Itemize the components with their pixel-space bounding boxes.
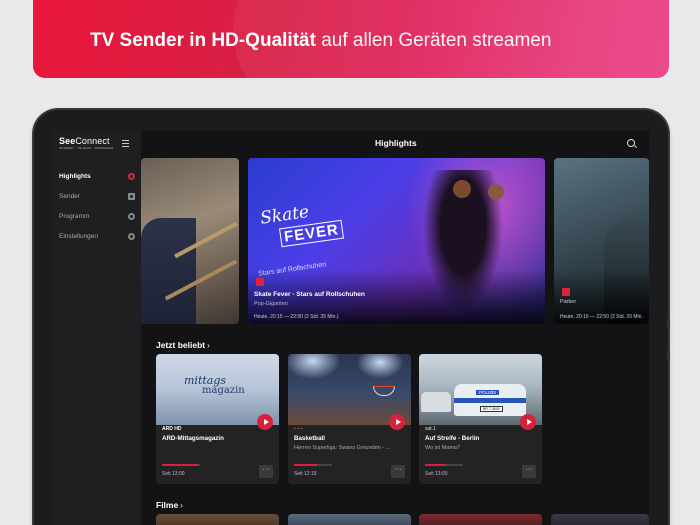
side-button (667, 318, 670, 328)
hero-figure (141, 218, 196, 324)
hero-card-previous[interactable] (141, 158, 239, 324)
more-options-button[interactable]: ··· (391, 465, 405, 478)
hero-card-next[interactable]: Parker Heute, 20:15 — 22:50 (2 Std. 20 M… (554, 158, 649, 324)
card-subtitle: Wo ist Mama? (425, 445, 461, 451)
tv-icon (128, 192, 135, 200)
promo-banner: TV Sender in HD-Qualität auf allen Gerät… (33, 0, 669, 78)
program-card-auf-streife[interactable]: POLIZEI BR 7-3600 sat.1 Auf Streife - Be… (419, 354, 542, 484)
hero-subtitle: Pop-Giganten (254, 301, 288, 307)
logo-connect: Connect (75, 136, 110, 146)
clock-icon (128, 212, 135, 220)
progress-bar (294, 464, 332, 466)
app-logo: SeeConnect INTERNET · TELEFON · FERNSEHE… (59, 136, 113, 150)
chevron-right-icon: › (207, 341, 210, 350)
search-icon[interactable] (627, 139, 635, 147)
hero-title: Skate Fever - Stars auf Rollschuhen (254, 291, 365, 298)
card-time: Seit 12:15 (294, 471, 317, 477)
film-card[interactable] (419, 514, 542, 525)
card-time: Seit 13:00 (162, 471, 185, 477)
film-card[interactable] (551, 514, 649, 525)
police-car-plate: BR 7-3600 (480, 406, 503, 412)
channel-logo: sat.1 (425, 426, 436, 432)
show-logo: Skate FEVER (259, 202, 345, 248)
banner-headline-light: auf allen Geräten streamen (315, 30, 552, 51)
logo-wordmark: SeeConnect (59, 136, 113, 146)
progress-fill (162, 464, 199, 466)
logo-tagline: INTERNET · TELEFON · FERNSEHEN (59, 147, 114, 150)
program-card-basketball[interactable]: ▪ ▪ ▪ Basketball Herren Superliga: Swans… (288, 354, 411, 484)
card-title: Auf Streife - Berlin (425, 435, 480, 442)
play-button[interactable] (389, 414, 405, 430)
section-films[interactable]: Filme › (156, 500, 183, 510)
sidebar-item-einstellungen[interactable]: Einstellungen (59, 229, 135, 243)
program-card-ard[interactable]: mittags magazin ARD HD ARD-Mittagsmagazi… (156, 354, 279, 484)
banner-headline-bold: TV Sender in HD-Qualität (90, 30, 316, 51)
police-car: POLIZEI BR 7-3600 (454, 384, 526, 416)
sidebar-item-sender[interactable]: Sender (59, 189, 135, 203)
channel-logo: ▪ ▪ ▪ (294, 426, 303, 432)
sidebar-item-label: Einstellungen (59, 232, 99, 240)
sidebar-item-programm[interactable]: Programm (59, 209, 135, 223)
play-button[interactable] (520, 414, 536, 430)
logo-see: See (59, 136, 76, 146)
hero-next-title: Parker (560, 299, 577, 305)
sidebar-item-label: Programm (59, 212, 90, 220)
section-popular-label: Jetzt beliebt (156, 340, 206, 350)
sidebar-item-label: Sender (59, 192, 80, 200)
progress-bar (162, 464, 200, 466)
film-card[interactable] (156, 514, 279, 525)
chevron-right-icon: › (180, 501, 183, 510)
progress-fill (425, 464, 446, 466)
more-options-button[interactable]: ··· (522, 465, 536, 478)
section-popular[interactable]: Jetzt beliebt › (156, 340, 210, 350)
app-screen: SeeConnect INTERNET · TELEFON · FERNSEHE… (53, 131, 649, 525)
banner-headline: TV Sender in HD-Qualität auf allen Gerät… (90, 30, 551, 52)
sidebar-item-highlights[interactable]: Highlights (59, 169, 135, 183)
sidebar-item-label: Highlights (59, 172, 91, 180)
card-title: Basketball (294, 435, 325, 442)
channel-logo: ARD HD (162, 426, 182, 432)
sidebar: SeeConnect INTERNET · TELEFON · FERNSEHE… (53, 131, 141, 525)
thumbnail-logo-line2: magazin (202, 385, 245, 396)
hero-next-time: Heute, 20:15 — 22:50 (2 Std. 20 Min. (560, 314, 643, 320)
side-button (667, 350, 670, 360)
section-films-label: Filme (156, 500, 179, 510)
hero-time: Heute, 20:15 — 22:50 (2 Std. 35 Min.) (254, 314, 339, 320)
record-icon (128, 172, 135, 180)
hero-card-featured[interactable]: Skate FEVER Stars auf Rollschuhen Skate … (248, 158, 545, 324)
thumbnail-logo: mittags magazin (184, 374, 245, 396)
card-time: Seit 13:00 (425, 471, 448, 477)
page-title: Highlights (375, 138, 417, 148)
basketball-hoop (373, 386, 395, 396)
play-button[interactable] (257, 414, 273, 430)
gear-icon (128, 232, 135, 240)
hamburger-menu-icon[interactable] (122, 140, 129, 149)
film-card[interactable] (288, 514, 411, 525)
parked-car (421, 392, 451, 412)
progress-bar (425, 464, 463, 466)
hero-dancer-head (488, 184, 504, 200)
card-title: ARD-Mittagsmagazin (162, 435, 224, 442)
police-car-label: POLIZEI (476, 390, 500, 395)
more-options-button[interactable]: ··· (259, 465, 273, 478)
hero-dancer-head (453, 180, 471, 198)
channel-logo-icon (256, 278, 264, 286)
card-subtitle: Herren Superliga: Swans Gmunden - ... (294, 445, 391, 451)
channel-logo-icon (562, 288, 570, 296)
progress-fill (294, 464, 317, 466)
